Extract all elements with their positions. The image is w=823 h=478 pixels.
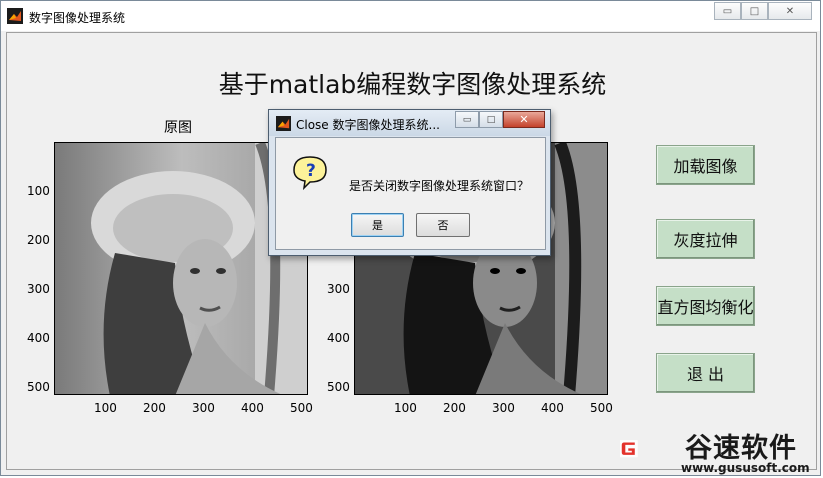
y-tick-label: 500 — [327, 380, 350, 394]
minimize-icon: ▭ — [722, 5, 733, 17]
no-button[interactable]: 否 — [416, 213, 470, 237]
maximize-icon: □ — [749, 5, 760, 17]
y-tick-label: 300 — [27, 282, 50, 296]
dialog-message: 是否关闭数字图像处理系统窗口？ — [349, 179, 530, 193]
watermark-url: www.gususoft.com — [681, 461, 810, 475]
matlab-icon — [276, 116, 291, 131]
y-tick-label: 400 — [327, 331, 350, 345]
x-tick-label: 500 — [590, 401, 613, 415]
x-tick-label: 400 — [541, 401, 564, 415]
matlab-icon — [7, 8, 23, 24]
maximize-button[interactable]: □ — [741, 2, 768, 20]
minimize-icon: ▭ — [462, 114, 472, 125]
dialog-maximize-button[interactable]: □ — [479, 111, 503, 128]
left-axes-title: 原图 — [164, 120, 192, 136]
histogram-equalization-button[interactable]: 直方图均衡化 — [656, 286, 755, 326]
y-tick-label: 300 — [327, 282, 350, 296]
svg-text:?: ? — [306, 161, 316, 181]
gususoft-logo — [620, 440, 638, 458]
maximize-icon: □ — [486, 114, 496, 125]
x-tick-label: 300 — [492, 401, 515, 415]
x-tick-label: 400 — [241, 401, 264, 415]
x-tick-label: 300 — [192, 401, 215, 415]
load-image-button[interactable]: 加载图像 — [656, 145, 755, 185]
x-tick-label: 100 — [94, 401, 117, 415]
page-title: 基于matlab编程数字图像处理系统 — [218, 70, 607, 99]
dialog-title: Close 数字图像处理系统... — [296, 118, 440, 132]
y-tick-label: 100 — [27, 184, 50, 198]
window-titlebar[interactable]: 数字图像处理系统 ▭ □ ✕ — [1, 1, 820, 31]
close-confirm-dialog: Close 数字图像处理系统... ▭ □ ✕ ? 是否关闭数字图像处理系统窗口… — [268, 109, 551, 256]
x-tick-label: 500 — [290, 401, 313, 415]
dialog-window-controls: ▭ □ ✕ — [455, 111, 545, 128]
window-controls: ▭ □ ✕ — [714, 2, 812, 20]
dialog-titlebar[interactable]: Close 数字图像处理系统... ▭ □ ✕ — [269, 110, 550, 136]
close-icon: ✕ — [519, 113, 529, 126]
window-title: 数字图像处理系统 — [29, 11, 126, 25]
minimize-button[interactable]: ▭ — [714, 2, 741, 20]
dialog-body: ? 是否关闭数字图像处理系统窗口？ 是 否 — [275, 137, 546, 250]
x-tick-label: 200 — [143, 401, 166, 415]
watermark-text: 谷速软件 — [685, 433, 797, 464]
x-tick-label: 200 — [443, 401, 466, 415]
dialog-minimize-button[interactable]: ▭ — [455, 111, 479, 128]
exit-button[interactable]: 退 出 — [656, 353, 755, 393]
close-button[interactable]: ✕ — [768, 2, 812, 20]
y-tick-label: 400 — [27, 331, 50, 345]
x-tick-label: 100 — [394, 401, 417, 415]
gray-stretch-button[interactable]: 灰度拉伸 — [656, 219, 755, 259]
question-icon: ? — [293, 156, 327, 190]
y-tick-label: 500 — [27, 380, 50, 394]
dialog-close-button[interactable]: ✕ — [503, 111, 545, 128]
y-tick-label: 200 — [27, 233, 50, 247]
yes-button[interactable]: 是 — [351, 213, 404, 237]
close-icon: ✕ — [785, 5, 795, 17]
